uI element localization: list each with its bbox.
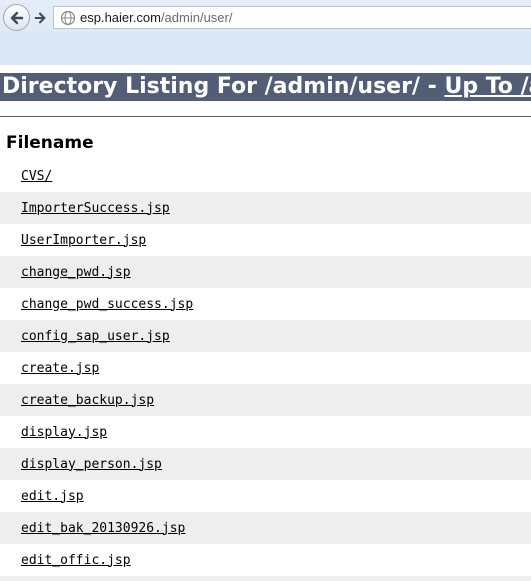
forward-button[interactable] [30, 8, 50, 28]
file-link-display-person[interactable]: display_person.jsp [21, 457, 162, 472]
divider [0, 116, 531, 117]
file-row: create.jsp [0, 352, 531, 384]
file-list: CVS/ ImporterSuccess.jsp UserImporter.js… [0, 160, 531, 581]
file-link-create[interactable]: create.jsp [21, 361, 99, 376]
browser-toolbar: esp.haier.com/admin/user/ [0, 0, 531, 65]
heading-prefix: Directory Listing For /admin/user/ - [2, 74, 445, 99]
back-button[interactable] [3, 4, 30, 31]
back-arrow-icon [10, 11, 23, 24]
address-text[interactable]: esp.haier.com/admin/user/ [80, 10, 232, 25]
up-to-parent-link[interactable]: Up To /adm [444, 74, 531, 99]
file-link-change-pwd-success[interactable]: change_pwd_success.jsp [21, 297, 193, 312]
file-link-edit-bak[interactable]: edit_bak_20130926.jsp [21, 521, 185, 536]
url-path: /admin/user/ [160, 10, 233, 25]
file-link-importer-success[interactable]: ImporterSuccess.jsp [21, 201, 170, 216]
file-link-display[interactable]: display.jsp [21, 425, 107, 440]
file-row: CVS/ [0, 160, 531, 192]
toolbar-strip [0, 32, 531, 65]
page-title: Directory Listing For /admin/user/ - Up … [0, 73, 531, 101]
file-link-edit[interactable]: edit.jsp [21, 489, 84, 504]
file-row: edit_bak_20130926.jsp [0, 512, 531, 544]
file-row: edit_offic.jsp [0, 544, 531, 576]
page-content: Directory Listing For /admin/user/ - Up … [0, 65, 531, 581]
file-row: UserImporter.jsp [0, 224, 531, 256]
file-row [0, 576, 531, 581]
forward-arrow-icon [34, 12, 46, 24]
file-link-edit-offic[interactable]: edit_offic.jsp [21, 553, 131, 568]
file-link-change-pwd[interactable]: change_pwd.jsp [21, 265, 131, 280]
file-row: config_sap_user.jsp [0, 320, 531, 352]
file-row: create_backup.jsp [0, 384, 531, 416]
file-link-cvs[interactable]: CVS/ [21, 169, 52, 184]
file-link-user-importer[interactable]: UserImporter.jsp [21, 233, 146, 248]
file-link-create-backup[interactable]: create_backup.jsp [21, 393, 154, 408]
file-row: edit.jsp [0, 480, 531, 512]
file-row: ImporterSuccess.jsp [0, 192, 531, 224]
url-host: esp.haier.com [80, 10, 161, 25]
file-row: display_person.jsp [0, 448, 531, 480]
file-row: change_pwd_success.jsp [0, 288, 531, 320]
file-row: change_pwd.jsp [0, 256, 531, 288]
address-bar[interactable]: esp.haier.com/admin/user/ [53, 6, 531, 29]
filename-column-header: Filename [6, 133, 94, 153]
file-link-config-sap-user[interactable]: config_sap_user.jsp [21, 329, 170, 344]
globe-icon [60, 10, 76, 25]
file-row: display.jsp [0, 416, 531, 448]
